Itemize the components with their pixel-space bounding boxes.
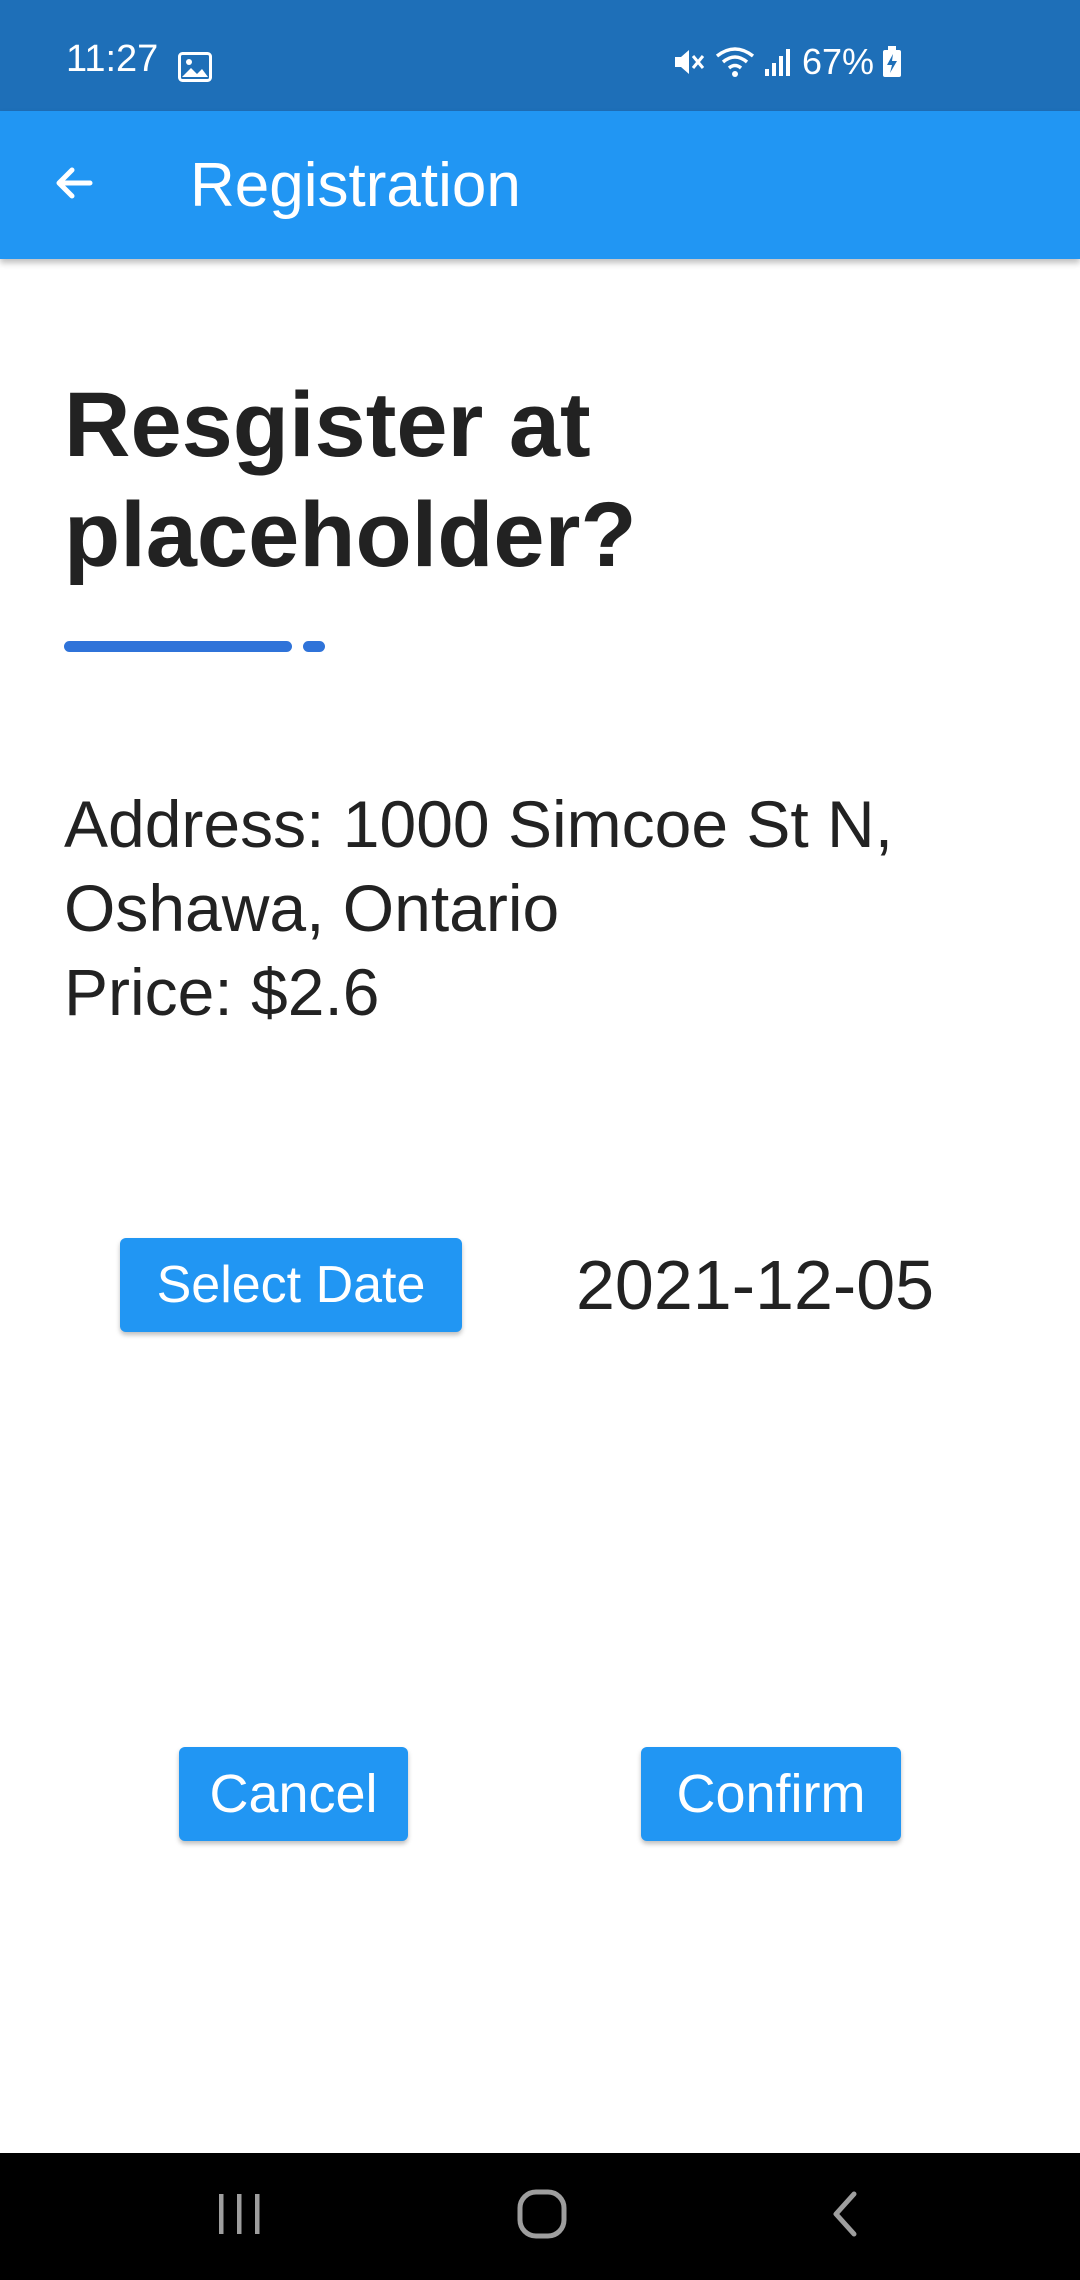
status-time: 11:27 [66, 38, 159, 80]
cancel-button[interactable]: Cancel [179, 1747, 408, 1841]
recents-button[interactable] [200, 2181, 280, 2251]
status-bar: 11:27 67% [0, 0, 1080, 111]
underline-short-segment [303, 641, 325, 652]
home-button[interactable] [502, 2181, 582, 2251]
battery-charging-icon [882, 46, 902, 78]
wifi-icon [714, 46, 756, 78]
signal-icon [764, 47, 794, 77]
address-line-2: Oshawa, Ontario [64, 871, 560, 945]
heading-underline [64, 641, 326, 652]
app-bar-title: Registration [190, 151, 521, 220]
price-text: Price: $2.6 [64, 955, 380, 1029]
page-heading: Resgister at placeholder? [64, 374, 637, 586]
nav-back-button[interactable] [806, 2181, 886, 2251]
venue-details: Address: 1000 Simcoe St N, Oshawa, Ontar… [64, 782, 1044, 1034]
gallery-icon [178, 52, 212, 82]
back-icon [826, 2189, 866, 2244]
mute-icon [672, 46, 706, 78]
underline-long-segment [64, 641, 292, 652]
app-bar: Registration [0, 111, 1080, 259]
arrow-left-icon [50, 159, 98, 212]
registration-screen: 11:27 67% Registration Resgister at plac… [0, 0, 1080, 2280]
back-button[interactable] [36, 147, 112, 223]
status-icons: 67% [672, 44, 902, 80]
select-date-button[interactable]: Select Date [120, 1238, 462, 1332]
battery-percent: 67% [801, 41, 874, 82]
home-icon [516, 2188, 568, 2245]
system-nav-bar [0, 2153, 1080, 2280]
confirm-button[interactable]: Confirm [641, 1747, 901, 1841]
address-line-1: Address: 1000 Simcoe St N, [64, 787, 894, 861]
selected-date: 2021-12-05 [576, 1246, 935, 1324]
recents-icon [215, 2191, 265, 2242]
